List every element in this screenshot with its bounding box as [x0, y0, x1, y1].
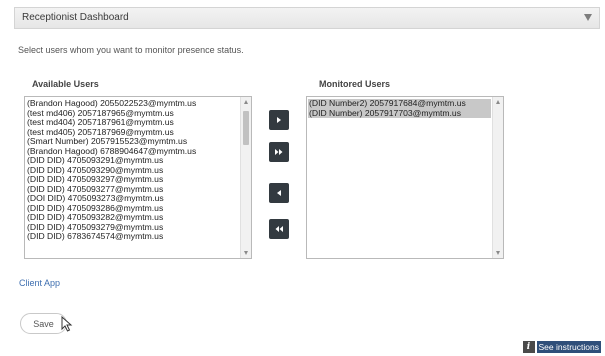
available-list-scrollbar[interactable] — [240, 97, 251, 258]
save-button[interactable]: Save — [20, 313, 67, 334]
remove-selected-button[interactable] — [269, 183, 289, 203]
panel-header[interactable]: Receptionist Dashboard — [14, 7, 600, 29]
scroll-thumb[interactable] — [243, 111, 249, 145]
mouse-pointer-icon — [61, 316, 73, 332]
instructions-text: Select users whom you want to monitor pr… — [18, 45, 244, 55]
double-chevron-right-icon — [275, 149, 283, 155]
monitored-users-list[interactable]: (DID Number2) 2057917684@mymtm.us (DID N… — [306, 96, 504, 259]
see-instructions-link[interactable]: See instructions — [536, 341, 601, 353]
available-users-list[interactable]: (Brandon Hagood) 2055022523@mymtm.us (te… — [24, 96, 252, 259]
monitored-users-heading: Monitored Users — [319, 79, 391, 89]
chevron-left-icon — [277, 190, 281, 196]
list-item[interactable]: (DID DID) 6783674574@mymtm.us — [26, 231, 239, 242]
monitored-list-scrollbar[interactable] — [492, 97, 503, 258]
available-users-heading: Available Users — [32, 79, 99, 89]
scroll-up-arrow-icon[interactable] — [244, 100, 248, 104]
collapse-triangle-icon[interactable] — [584, 14, 592, 21]
scroll-up-arrow-icon[interactable] — [496, 100, 500, 104]
panel-title: Receptionist Dashboard — [22, 12, 129, 23]
info-icon: i — [522, 341, 535, 353]
scroll-down-arrow-icon[interactable] — [496, 251, 500, 255]
chevron-right-icon — [277, 117, 281, 123]
list-item[interactable]: (DID Number) 2057917703@mymtm.us — [308, 108, 491, 118]
add-selected-button[interactable] — [269, 110, 289, 130]
add-all-button[interactable] — [269, 142, 289, 162]
client-app-link[interactable]: Client App — [19, 278, 60, 288]
help-area[interactable]: i See instructions — [522, 341, 601, 353]
remove-all-button[interactable] — [269, 219, 289, 239]
scroll-down-arrow-icon[interactable] — [244, 251, 248, 255]
double-chevron-left-icon — [275, 226, 283, 232]
